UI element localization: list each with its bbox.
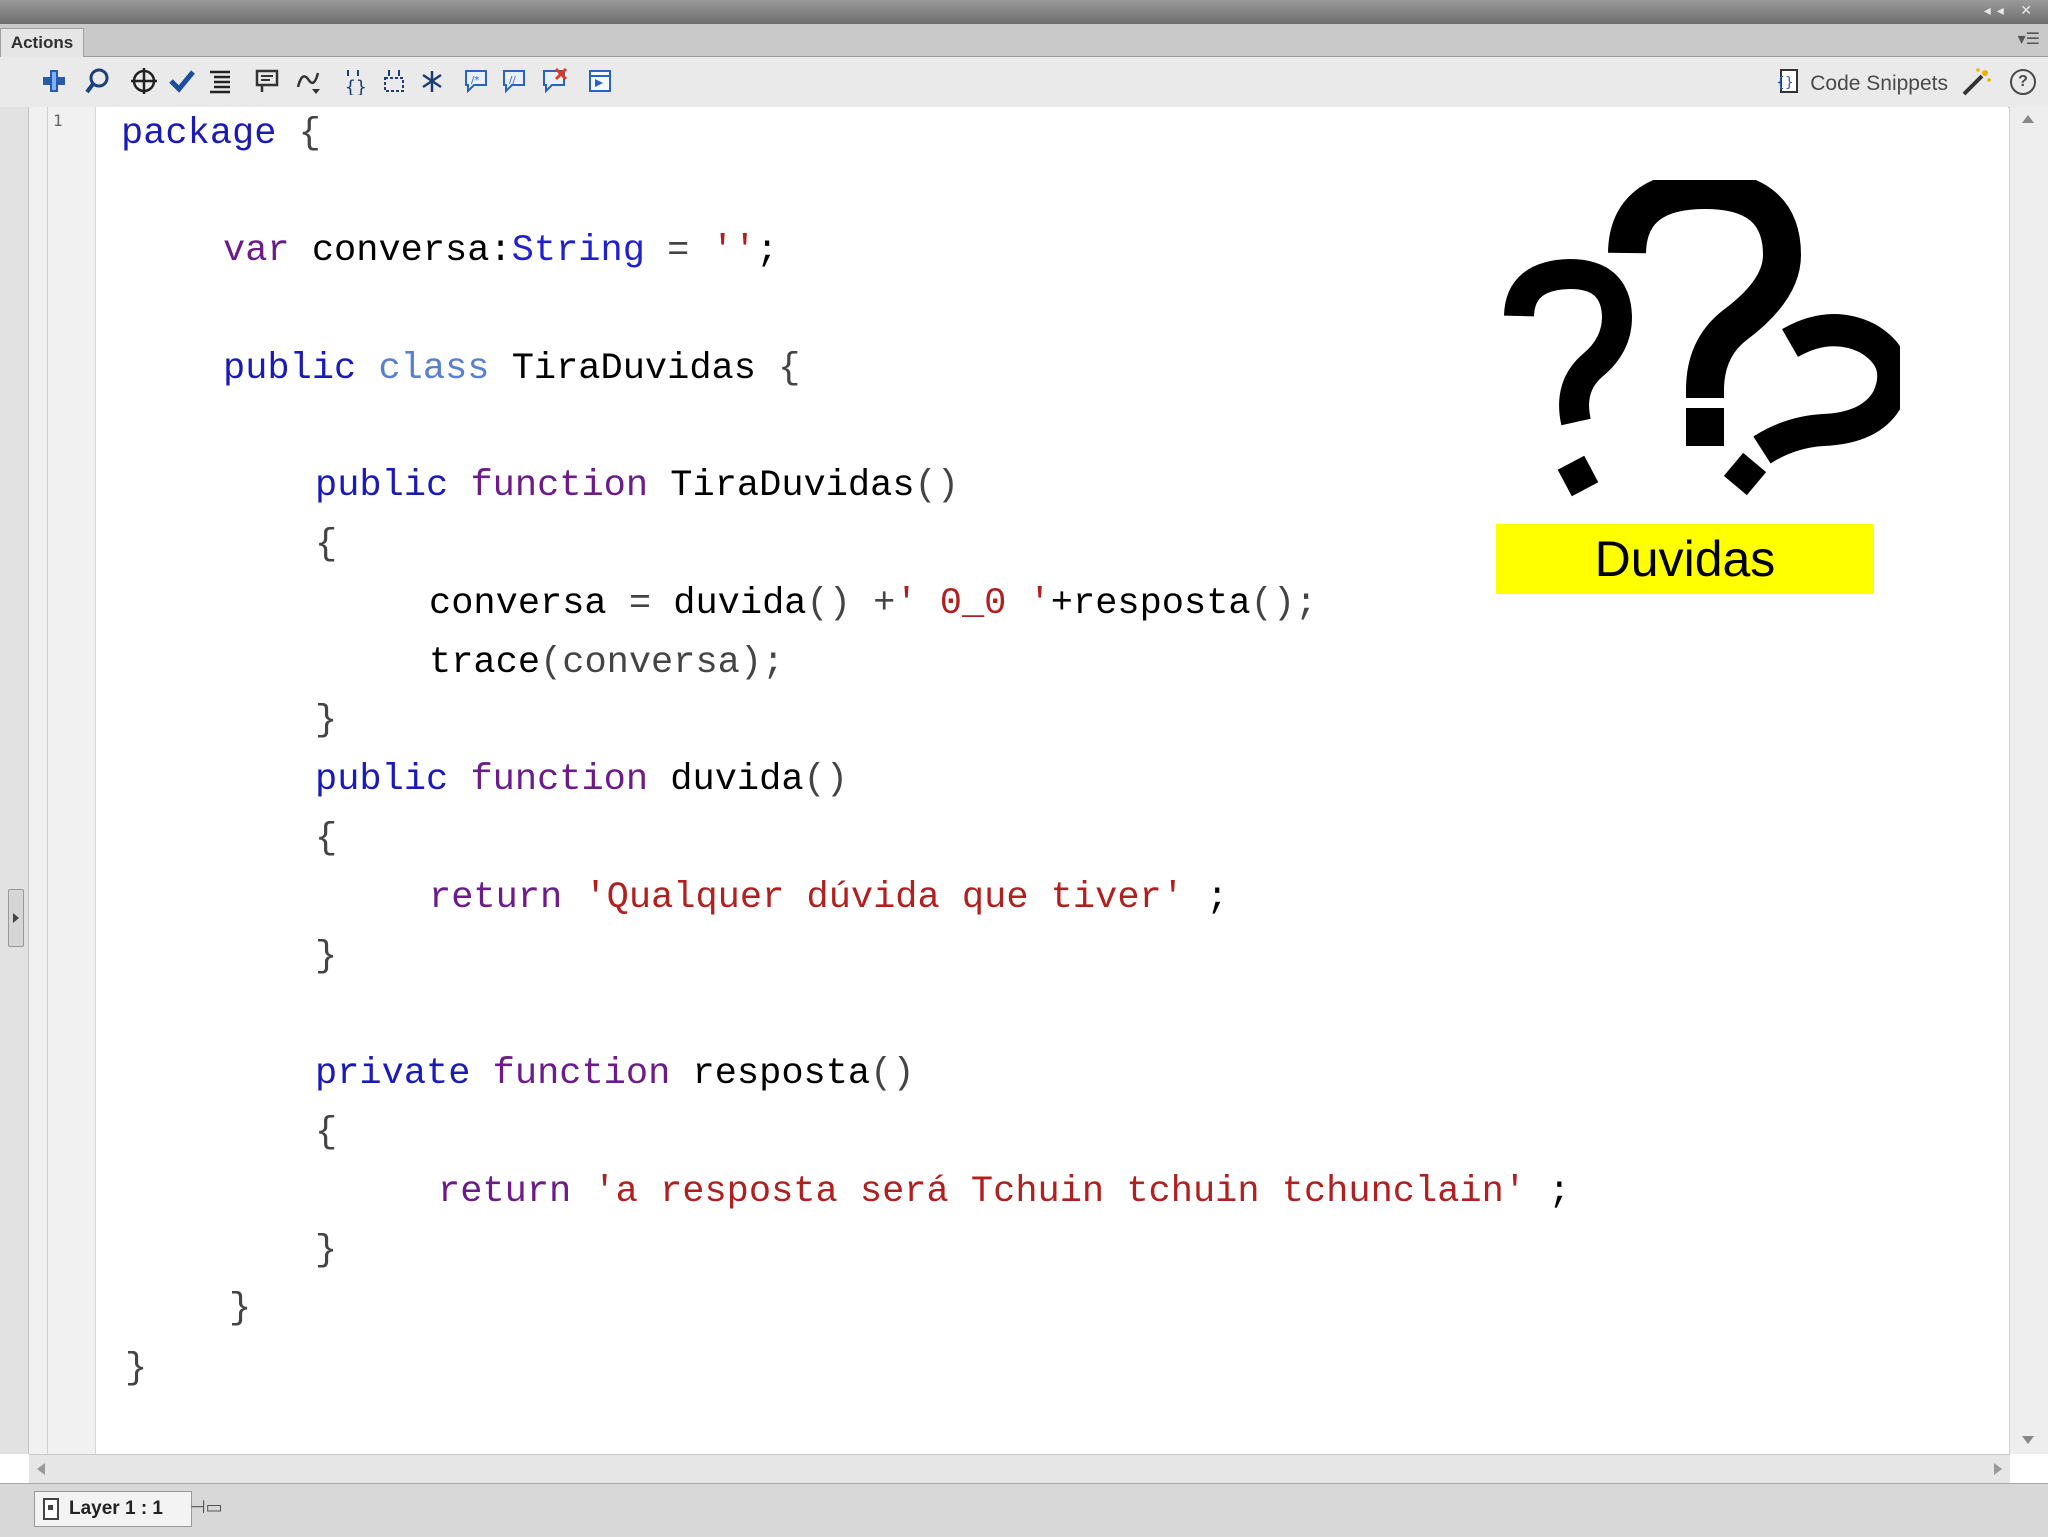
expand-toolbox-handle[interactable] xyxy=(8,889,24,947)
horizontal-scrollbar[interactable] xyxy=(29,1454,2010,1483)
code-line-return-duvida[interactable]: return 'Qualquer dúvida que tiver' ; xyxy=(429,875,1228,921)
svg-text:{}: {} xyxy=(345,77,367,95)
code-line-return-resposta[interactable]: return 'a resposta será Tchuin tchuin tc… xyxy=(438,1169,1570,1215)
duvidas-label: Duvidas xyxy=(1496,524,1874,594)
code-snippets-button[interactable]: {} Code Snippets xyxy=(1774,67,1948,101)
code-line-class[interactable]: public class TiraDuvidas { xyxy=(223,346,800,392)
line-number-gutter: 1 xyxy=(29,107,96,1454)
gutter-marker-line xyxy=(47,107,48,1454)
code-brace-open[interactable]: { xyxy=(315,816,337,862)
code-snippets-icon: {} xyxy=(1774,67,1800,101)
show-code-hint-icon[interactable] xyxy=(250,65,282,97)
code-brace-close-class[interactable]: } xyxy=(229,1286,251,1332)
help-icon[interactable]: ? xyxy=(2010,69,2036,95)
status-bar: Layer 1 : 1 ⊣▭ xyxy=(0,1483,2048,1537)
apply-line-comment-icon[interactable]: // xyxy=(498,65,530,97)
code-snippets-label: Code Snippets xyxy=(1810,72,1948,95)
remove-comment-icon[interactable] xyxy=(538,65,570,97)
layer-tab[interactable]: Layer 1 : 1 xyxy=(34,1491,192,1527)
wand-icon[interactable] xyxy=(1958,66,1992,103)
auto-format-icon[interactable] xyxy=(204,65,236,97)
check-syntax-icon[interactable] xyxy=(166,65,198,97)
layer-label: Layer 1 : 1 xyxy=(69,1498,163,1519)
line-number: 1 xyxy=(53,111,63,130)
apply-block-comment-icon[interactable]: /* xyxy=(460,65,492,97)
question-marks-icon xyxy=(1500,170,1910,510)
document-icon xyxy=(43,1498,59,1520)
vertical-scrollbar[interactable] xyxy=(2009,107,2048,1454)
code-line-trace[interactable]: trace(conversa); xyxy=(429,640,784,686)
code-line-conversa[interactable]: conversa = duvida() +' 0_0 '+resposta(); xyxy=(429,581,1317,627)
insert-target-path-icon[interactable] xyxy=(128,65,160,97)
svg-text:{}: {} xyxy=(1776,75,1794,91)
left-panel-strip xyxy=(0,107,29,1454)
panel-menu-icon[interactable]: ▾☰ xyxy=(2018,29,2040,48)
show-hide-toolbox-icon[interactable] xyxy=(584,65,616,97)
find-icon[interactable] xyxy=(82,65,114,97)
code-brace-open[interactable]: { xyxy=(315,1110,337,1156)
panel-titlebar: ◂◂ ✕ xyxy=(0,0,2048,25)
scroll-down-icon[interactable] xyxy=(2022,1436,2034,1444)
svg-text://: // xyxy=(509,75,516,86)
debug-options-icon[interactable] xyxy=(292,65,324,97)
code-line-package[interactable]: package { xyxy=(121,111,321,157)
code-brace-close-package[interactable]: } xyxy=(125,1346,147,1392)
code-brace-open[interactable]: { xyxy=(315,522,337,568)
collapse-between-braces-icon[interactable]: {} xyxy=(340,65,372,97)
scroll-left-icon[interactable] xyxy=(37,1463,45,1475)
code-line-duvida[interactable]: public function duvida() xyxy=(315,757,848,803)
scroll-up-icon[interactable] xyxy=(2022,115,2034,123)
pin-script-icon[interactable]: ⊣▭ xyxy=(190,1497,223,1518)
actions-toolbar: {} /* // {} Code Snippets ? xyxy=(0,57,2048,108)
panel-tab-row: Actions ▾☰ xyxy=(0,24,2048,57)
svg-text:/*: /* xyxy=(471,75,479,86)
code-line-var[interactable]: var conversa:String = ''; xyxy=(223,228,778,274)
code-brace-close[interactable]: } xyxy=(315,698,337,744)
expand-all-icon[interactable] xyxy=(416,65,448,97)
scroll-right-icon[interactable] xyxy=(1994,1463,2002,1475)
collapse-selection-icon[interactable] xyxy=(378,65,410,97)
panel-window-buttons[interactable]: ◂◂ ✕ xyxy=(1984,3,2038,19)
code-line-constructor[interactable]: public function TiraDuvidas() xyxy=(315,463,959,509)
code-line-resposta[interactable]: private function resposta() xyxy=(315,1051,915,1097)
tab-actions[interactable]: Actions xyxy=(0,28,84,57)
code-brace-close[interactable]: } xyxy=(315,934,337,980)
add-script-item-icon[interactable] xyxy=(38,65,70,97)
code-brace-close[interactable]: } xyxy=(315,1228,337,1274)
